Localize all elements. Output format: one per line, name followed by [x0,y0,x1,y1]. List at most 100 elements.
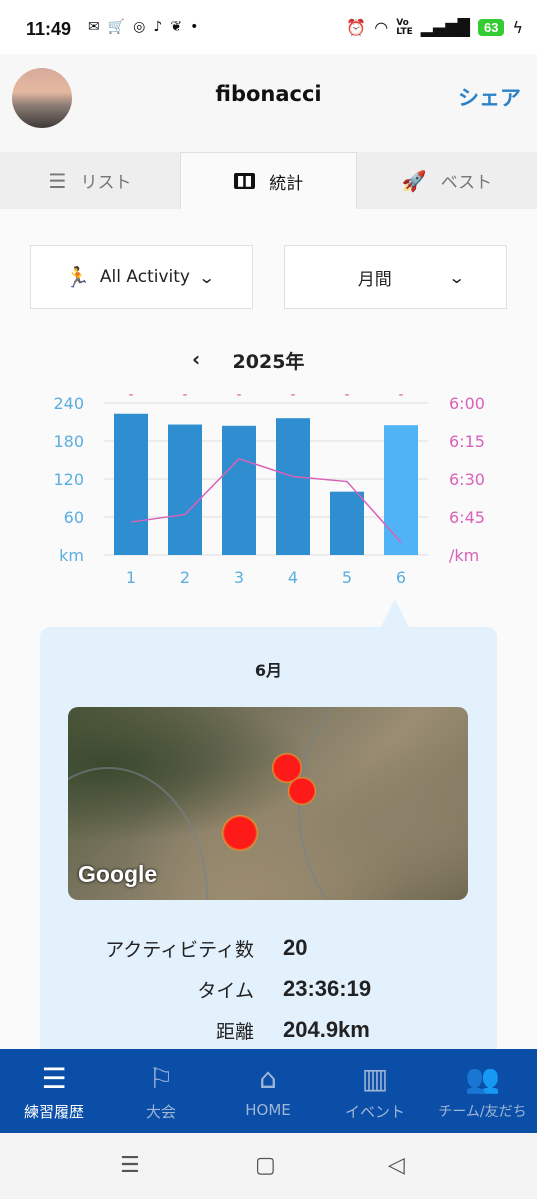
y-right-tick-label: 6:00 [449,394,485,413]
y-left-tick-label: 180 [53,432,84,451]
heatmap-map[interactable]: Google [68,707,468,900]
chevron-down-icon: ⌄ [447,267,466,287]
tab-list-label: リスト [80,173,132,193]
wifi-icon: ◠ [374,18,389,37]
y-left-tick-label: 120 [53,470,84,489]
charging-icon: ϟ [512,18,523,37]
nav-team[interactable]: 👥 チーム/友だち [428,1049,537,1133]
activity-filter-value: All Activity [99,267,190,287]
flag-icon: ⚐ [148,1062,174,1095]
period-filter-value: 月間 [357,269,392,290]
top-marker: - [344,387,349,403]
nav-events[interactable]: ▥ イベント [321,1049,429,1133]
y-left-tick-label: 240 [53,394,84,413]
tab-stats[interactable]: ▮▮ 統計 [180,152,357,209]
stat-value: 20 [283,935,308,960]
chart-bar [222,425,256,555]
top-marker: - [236,387,241,403]
recents-icon[interactable]: ☰ [120,1153,140,1178]
chart-bar [330,491,364,555]
status-time: 11:49 [26,19,72,39]
nav-team-label: チーム/友だち [438,1104,527,1120]
stat-value: 204.9km [283,1017,370,1042]
home-circle-icon[interactable]: ▢ [255,1153,276,1178]
stat-row: 距離 204.9km [40,1017,497,1053]
tab-list[interactable]: ☰ リスト [0,152,180,209]
x-tick-label: 5 [342,568,352,587]
x-tick-label: 2 [180,568,190,587]
tab-stats-label: 統計 [269,173,304,194]
stat-label: タイム [197,980,254,1002]
detail-month: 6月 [254,661,283,680]
tab-best-label: ベスト [440,173,493,193]
year-label: 2025年 [232,351,305,373]
runner-icon: 🏃 [65,265,90,289]
x-tick-label: 6 [396,568,406,587]
chart-bar [114,413,148,555]
share-button[interactable]: シェア [458,82,521,112]
bottom-nav: ☰ 練習履歴 ⚐ 大会 ⌂ HOME ▥ イベント 👥 チーム/友だち [0,1049,537,1133]
chart-bar [384,425,418,555]
people-icon: 👥 [465,1062,500,1095]
mail-icon: ✉ [88,19,100,35]
x-tick-label: 4 [288,568,298,587]
nav-races[interactable]: ⚐ 大会 [107,1049,215,1133]
y-right-tick-label: 6:30 [449,470,485,489]
notification-icons: ✉ 🛒 ◎ ♪ ❦ • [88,19,198,35]
nav-home-label: HOME [245,1101,291,1119]
top-marker: - [398,387,403,403]
bar-chart-icon: ▮▮ [233,173,256,189]
stats-content: 🏃 All Activity ⌄ 月間 ⌄ ‹ 2025年 240 180 120 6… [0,209,537,1067]
tab-bar: ☰ リスト ▮▮ 統計 🚀 ベスト [0,152,537,209]
nav-history[interactable]: ☰ 練習履歴 [0,1049,108,1133]
y-right-tick-label: /km [449,546,479,565]
y-right-tick-label: 6:45 [449,508,485,527]
nav-home[interactable]: ⌂ HOME [214,1049,322,1133]
tab-best[interactable]: 🚀 ベスト [357,152,537,209]
nav-history-label: 練習履歴 [23,1103,84,1121]
stat-value: 23:36:19 [283,976,372,1001]
period-filter-dropdown[interactable]: 月間 ⌄ [284,245,507,309]
rocket-icon: 🚀 [401,168,427,193]
heat-spot [222,815,258,851]
map-icon: ▥ [361,1062,389,1095]
top-marker: - [182,387,187,403]
map-river [298,707,468,900]
x-tick-label: 3 [234,568,244,587]
nav-races-label: 大会 [145,1103,176,1121]
chart-bar [276,418,310,555]
instagram-icon: ◎ [133,19,146,35]
app-header: fibonacci シェア [0,54,537,152]
heat-spot [288,777,316,805]
google-attribution: Google [78,861,158,887]
tiktok-icon: ♪ [153,19,163,35]
list-icon: ☰ [48,168,67,193]
stat-row: アクティビティ数 20 [40,935,497,971]
stat-label: アクティビティ数 [105,939,254,961]
stat-label: 距離 [215,1021,254,1043]
volte-icon: Vo LTE [396,17,413,37]
cart-icon: 🛒 [107,19,126,35]
nav-events-label: イベント [344,1103,405,1121]
y-right-tick-label: 6:15 [449,432,485,451]
status-bar: 11:49 ✉ 🛒 ◎ ♪ ❦ • ⏰ ◠ Vo LTE ▂▄▆█ 63 ϟ [0,0,537,54]
detail-pointer [381,599,409,627]
android-nav-bar: ☰ ▢ ◁ [0,1133,537,1199]
month-detail-card: 6月 Google アクティビティ数 20 タイム 23:36:19 距離 20… [40,627,497,1067]
activity-filter-dropdown[interactable]: 🏃 All Activity ⌄ [30,245,253,309]
dot-icon: • [190,19,199,35]
x-tick-label: 1 [126,568,136,587]
prev-year-button[interactable]: ‹ [192,347,200,371]
home-icon: ⌂ [259,1062,277,1095]
alarm-icon: ⏰ [346,18,367,37]
y-left-tick-label: 60 [64,508,84,527]
back-icon[interactable]: ◁ [388,1153,405,1178]
y-left-tick-label: km [59,546,84,565]
monthly-chart: 240 180 120 60 km 6:00 6:15 6:30 6:45/km 1 - 2 - 3 - 4 -… [53,387,485,587]
battery-indicator: 63 [477,19,505,36]
top-marker: - [128,387,133,403]
chevron-down-icon: ⌄ [197,267,216,287]
signal-icon: ▂▄▆█ [420,18,470,37]
list-icon: ☰ [41,1062,67,1095]
system-icons: ⏰ ◠ Vo LTE ▂▄▆█ 63 ϟ [346,18,523,37]
